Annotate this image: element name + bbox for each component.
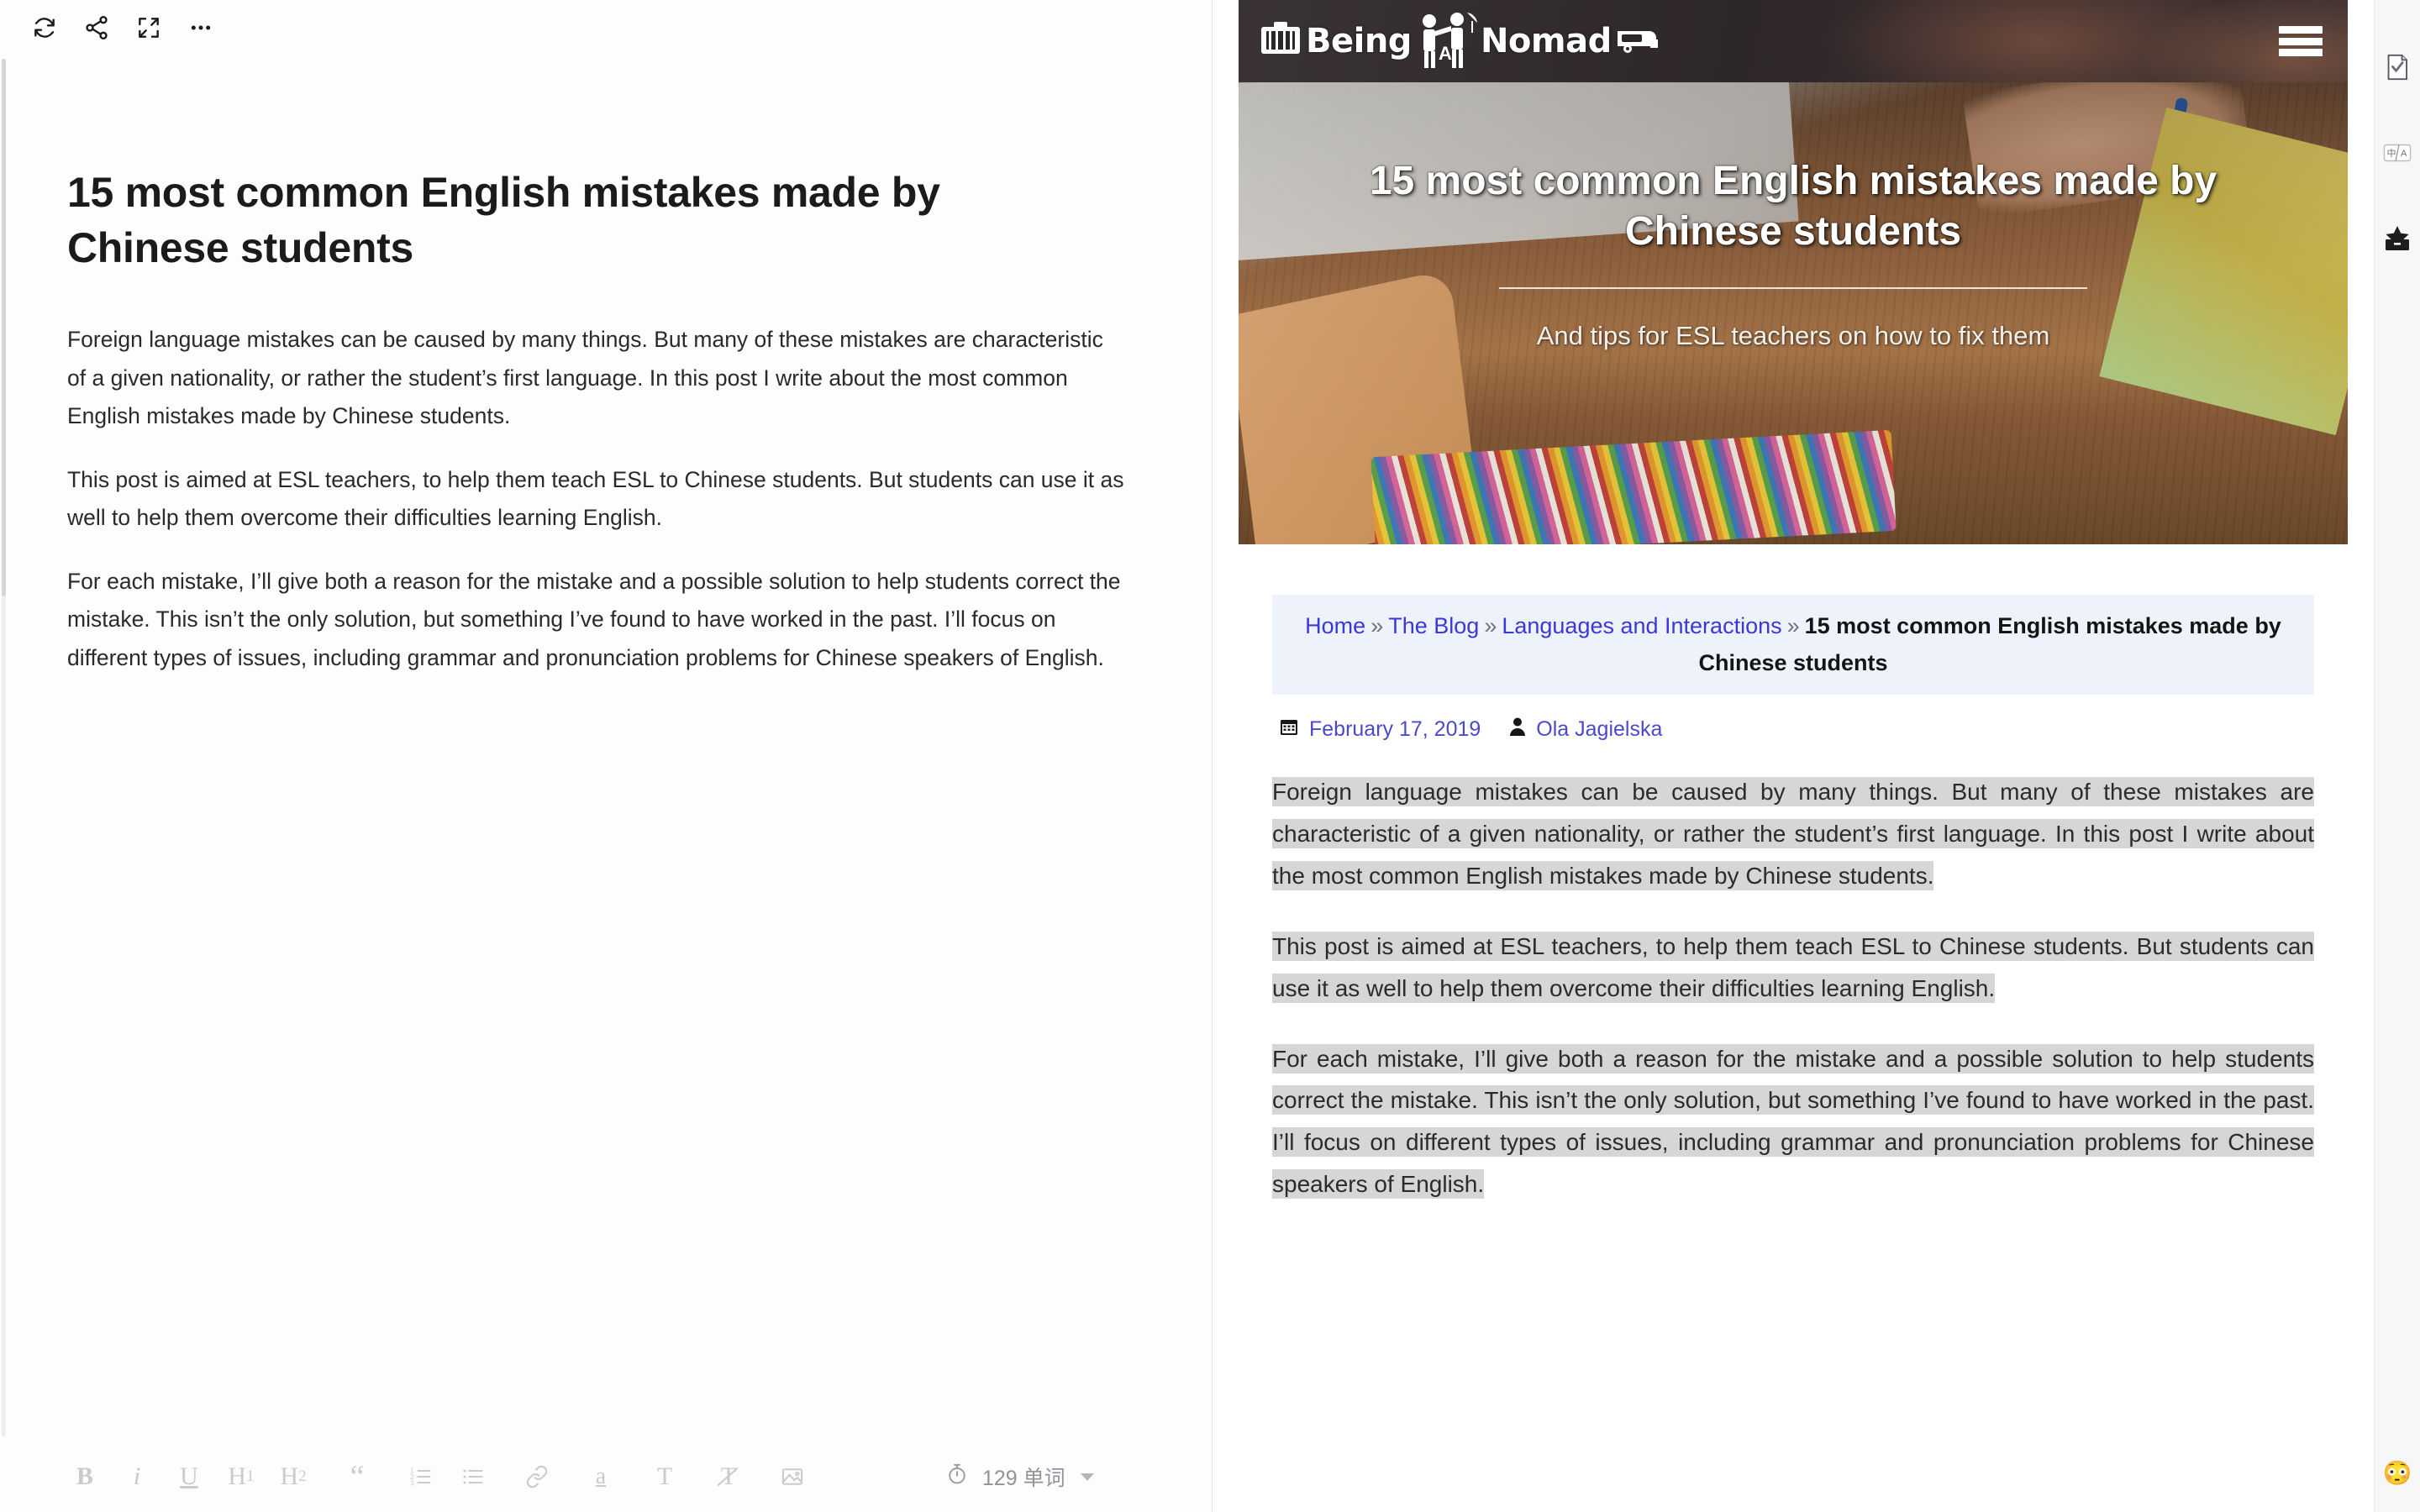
- editor-format-toolbar: B i U H1 H2 “ 1 2 3 a T 129 单词: [0, 1441, 1212, 1512]
- svg-text:3: 3: [410, 1480, 414, 1488]
- share-icon[interactable]: [71, 6, 123, 50]
- word-count-group[interactable]: 129 单词: [945, 1462, 1094, 1492]
- logo-word-nomad: Nomad: [1480, 22, 1612, 60]
- hero-divider: [1499, 287, 2087, 289]
- clear-format-icon[interactable]: T: [709, 1457, 748, 1496]
- highlight-icon[interactable]: a: [581, 1457, 620, 1496]
- document-paragraph[interactable]: For each mistake, I’ll give both a reaso…: [67, 563, 1126, 678]
- italic-button[interactable]: i: [118, 1457, 156, 1496]
- hero-content: 15 most common English mistakes made by …: [1239, 82, 2348, 544]
- fullscreen-icon[interactable]: [123, 6, 175, 50]
- breadcrumb-item-languages-and-interactions[interactable]: Languages and Interactions: [1502, 613, 1781, 638]
- user-icon: [1509, 717, 1526, 743]
- hamburger-bar: [2279, 26, 2323, 34]
- preview-paragraph[interactable]: This post is aimed at ESL teachers, to h…: [1272, 926, 2314, 1010]
- hamburger-menu-icon[interactable]: [2279, 23, 2323, 60]
- preview-paragraph[interactable]: Foreign language mistakes can be caused …: [1272, 771, 2314, 896]
- editor-document[interactable]: 15 most common English mistakes made by …: [0, 55, 1212, 1441]
- link-icon[interactable]: [518, 1457, 556, 1496]
- editor-top-toolbar: [0, 0, 1212, 55]
- emoji-icon[interactable]: 😳: [2383, 1462, 2412, 1485]
- hero-subtitle: And tips for ESL teachers on how to fix …: [1536, 321, 2050, 350]
- post-author[interactable]: Ola Jagielska: [1536, 717, 1662, 742]
- breadcrumb-item-the-blog[interactable]: The Blog: [1388, 613, 1479, 638]
- breadcrumb: Home» The Blog» Languages and Interactions…: [1272, 595, 2314, 696]
- underline-button[interactable]: U: [170, 1457, 208, 1496]
- chevron-down-icon[interactable]: [1080, 1473, 1094, 1481]
- heading-1-button[interactable]: H1: [222, 1457, 260, 1496]
- site-wrapper: Being A Nomad 15 most common English mis…: [1239, 0, 2348, 1205]
- blockquote-icon[interactable]: “: [338, 1457, 376, 1496]
- breadcrumb-separator: »: [1484, 613, 1497, 638]
- preview-paragraph[interactable]: For each mistake, I’ll give both a reaso…: [1272, 1038, 2314, 1205]
- hero-title: 15 most common English mistakes made by …: [1369, 159, 2217, 254]
- hamburger-bar: [2279, 49, 2323, 56]
- heading-1-label: H: [228, 1462, 247, 1490]
- suitcase-icon: [1259, 20, 1302, 63]
- document-title[interactable]: 15 most common English mistakes made by …: [67, 165, 1101, 276]
- checklist-icon[interactable]: [2379, 49, 2416, 86]
- ordered-list-icon[interactable]: 1 2 3: [402, 1457, 440, 1496]
- heading-2-sub: 2: [298, 1467, 307, 1485]
- breadcrumb-separator: »: [1786, 613, 1800, 638]
- right-rail: 中 A 😳: [2374, 0, 2420, 1512]
- text-color-icon[interactable]: T: [645, 1457, 684, 1496]
- heading-2-button[interactable]: H2: [274, 1457, 313, 1496]
- insert-image-icon[interactable]: [773, 1457, 812, 1496]
- editor-scrollbar-thumb[interactable]: [2, 59, 6, 596]
- selected-text: Foreign language mistakes can be caused …: [1272, 777, 2314, 891]
- post-meta: February 17, 2019 Ola Jagielska: [1272, 717, 2314, 743]
- breadcrumb-current: 15 most common English mistakes made by …: [1698, 613, 2281, 675]
- heading-2-label: H: [280, 1462, 299, 1490]
- post-area: Home» The Blog» Languages and Interactions…: [1239, 595, 2348, 1205]
- breadcrumb-separator: »: [1370, 613, 1384, 638]
- heading-1-sub: 1: [246, 1467, 255, 1485]
- svg-text:A: A: [2401, 149, 2407, 159]
- site-header: Being A Nomad: [1239, 0, 2348, 82]
- selected-text: For each mistake, I’ll give both a reaso…: [1272, 1043, 2314, 1200]
- selected-text: This post is aimed at ESL teachers, to h…: [1272, 931, 2314, 1003]
- translate-icon[interactable]: 中 A: [2379, 134, 2416, 171]
- sync-icon[interactable]: [18, 6, 71, 50]
- preview-pane: Being A Nomad 15 most common English mis…: [1213, 0, 2374, 1512]
- caravan-icon: [1615, 23, 1660, 60]
- people-icon: A: [1415, 9, 1477, 74]
- logo-word-being: Being: [1306, 22, 1412, 60]
- calendar-icon: [1279, 717, 1299, 743]
- collection-icon[interactable]: [2379, 220, 2416, 257]
- editor-pane: 15 most common English mistakes made by …: [0, 0, 1213, 1512]
- word-count-label: 129 单词: [982, 1467, 1065, 1490]
- document-paragraph[interactable]: Foreign language mistakes can be caused …: [67, 321, 1126, 436]
- hamburger-bar: [2279, 37, 2323, 45]
- more-icon[interactable]: [175, 6, 227, 50]
- document-paragraph[interactable]: This post is aimed at ESL teachers, to h…: [67, 461, 1126, 538]
- app-root: 15 most common English mistakes made by …: [0, 0, 2420, 1512]
- bold-button[interactable]: B: [66, 1457, 104, 1496]
- hero-banner: 15 most common English mistakes made by …: [1239, 82, 2348, 544]
- timer-icon: [945, 1462, 969, 1492]
- unordered-list-icon[interactable]: [454, 1457, 492, 1496]
- post-date[interactable]: February 17, 2019: [1309, 717, 1481, 742]
- svg-text:中: 中: [2387, 148, 2396, 159]
- breadcrumb-item-home[interactable]: Home: [1305, 613, 1365, 638]
- site-logo[interactable]: Being A Nomad: [1259, 12, 1660, 71]
- svg-text:A: A: [1439, 43, 1452, 64]
